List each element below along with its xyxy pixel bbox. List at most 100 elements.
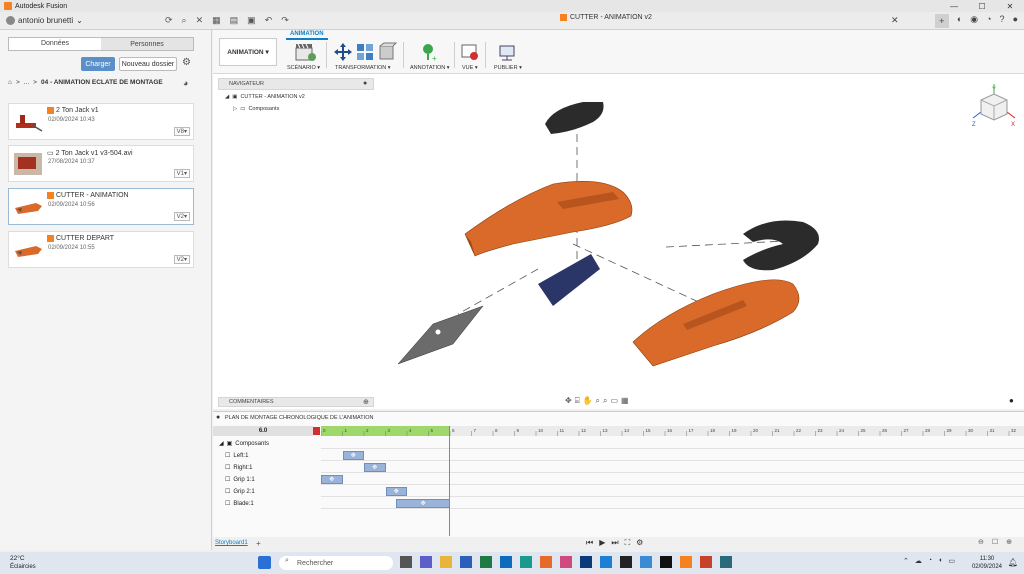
timeline-root-row[interactable]: ◢ ▣ Composants	[219, 438, 313, 449]
publish-video-icon[interactable]	[498, 42, 518, 62]
play-icon[interactable]: ▶	[599, 538, 605, 548]
weather-widget[interactable]: 22°C Éclaircies	[10, 555, 36, 571]
expand-icon[interactable]: ▷	[233, 106, 237, 112]
pan-icon[interactable]: ✋	[583, 396, 593, 406]
new-folder-button[interactable]: Nouveau dossier	[119, 57, 177, 71]
browser-collapse-icon[interactable]: ●	[363, 80, 367, 87]
zoom-in-icon[interactable]: ⊕	[1006, 538, 1012, 546]
help-icon[interactable]: ?	[1000, 14, 1005, 28]
version-badge[interactable]: V1▾	[173, 169, 190, 178]
word-icon[interactable]	[460, 556, 472, 568]
version-badge[interactable]: V2▾	[173, 255, 190, 264]
share-folder-icon[interactable]: ◕	[183, 78, 188, 88]
exploded-cutter-model[interactable]	[213, 74, 1024, 409]
transformation-group-label[interactable]: TRANSFORMATION ▾	[335, 65, 391, 71]
tab-animation[interactable]: ANIMATION	[286, 31, 328, 40]
skip-start-icon[interactable]: ⏮	[586, 538, 593, 548]
browser-root-node[interactable]: ◢ ▣ CUTTER - ANIMATION v2	[225, 94, 305, 100]
chat-icon[interactable]: ●	[1009, 396, 1014, 405]
version-badge[interactable]: V2▾	[173, 212, 190, 221]
move-action-block[interactable]: ✥	[321, 475, 343, 484]
autodesk-icon[interactable]	[660, 556, 672, 568]
start-icon[interactable]	[258, 556, 271, 569]
look-at-icon[interactable]: ⌸	[575, 396, 580, 406]
tab-data[interactable]: Données	[9, 38, 101, 50]
tray-chevron-icon[interactable]: ⌃	[903, 557, 909, 565]
file-explorer-icon[interactable]	[440, 556, 452, 568]
expand-icon[interactable]: ◢	[225, 94, 229, 100]
file-menu-icon[interactable]: ▤	[230, 15, 239, 26]
visibility-checkbox[interactable]: ☐	[225, 476, 230, 483]
app-icon[interactable]	[620, 556, 632, 568]
zoom-icon[interactable]: ⌕	[595, 396, 599, 406]
cloud-icon[interactable]: ☁	[915, 557, 922, 565]
close-panel-icon[interactable]: ✕	[196, 15, 204, 26]
jobs-icon[interactable]: ◉	[970, 14, 978, 28]
grid-icon[interactable]: ▦	[212, 15, 221, 26]
skip-end-icon[interactable]: ⏭	[611, 538, 618, 548]
redo-icon[interactable]: ↷	[281, 15, 289, 26]
storyboard-icon[interactable]	[294, 42, 316, 62]
task-view-icon[interactable]	[400, 556, 412, 568]
callout-icon[interactable]: +	[419, 42, 439, 62]
view-cube[interactable]: Y Z X	[971, 82, 1017, 128]
close-window-button[interactable]: ✕	[996, 0, 1024, 12]
playhead-line[interactable]	[449, 426, 450, 536]
track-row[interactable]: ☐ Right:1	[225, 462, 319, 473]
browser-components-node[interactable]: ▷ ▭ Composants	[233, 106, 279, 112]
annotation-group-label[interactable]: ANNOTATION ▾	[410, 65, 450, 71]
timeline-toggle-icon[interactable]: ●	[216, 414, 220, 421]
comments-add-icon[interactable]: ⊕	[363, 398, 369, 406]
app-icon[interactable]	[720, 556, 732, 568]
timeline-ruler[interactable]: 0 1 2 3 4 5 6 7 8 9 10 11 12 13 14 15 16 17 18 19 20 21 22 23 24…	[321, 426, 1024, 436]
tab-people[interactable]: Personnes	[101, 38, 193, 50]
move-action-block[interactable]: ✥	[364, 463, 386, 472]
publish-group-label[interactable]: PUBLIER ▾	[494, 65, 522, 71]
search-icon[interactable]: ⌕	[182, 15, 187, 26]
edge-icon[interactable]	[520, 556, 532, 568]
canvas-viewport[interactable]: Y Z X	[213, 74, 1024, 409]
fullscreen-icon[interactable]: ⛶	[625, 538, 631, 548]
powerpoint-icon[interactable]	[700, 556, 712, 568]
add-storyboard-icon[interactable]: +	[256, 539, 261, 548]
move-icon[interactable]	[333, 42, 353, 62]
volume-icon[interactable]: ◖	[938, 557, 942, 565]
document-tab[interactable]: CUTTER - ANIMATION v2	[560, 14, 652, 21]
save-icon[interactable]: ▣	[247, 15, 256, 26]
visibility-checkbox[interactable]: ☐	[225, 464, 230, 471]
file-card[interactable]: CUTTER - ANIMATION 02/09/2024 10:56 V2▾	[8, 188, 194, 225]
app-icon[interactable]	[640, 556, 652, 568]
move-action-block[interactable]: ✥	[342, 451, 364, 460]
file-card[interactable]: 2 Ton Jack v1 02/09/2024 10:43 V8▾	[8, 103, 194, 140]
visibility-checkbox[interactable]: ☐	[225, 488, 230, 495]
outlook-icon[interactable]	[500, 556, 512, 568]
home-icon[interactable]: ⌂	[8, 79, 12, 86]
visibility-checkbox[interactable]: ☐	[225, 452, 230, 459]
notifications-bell-icon[interactable]: 🔔︎	[1008, 558, 1018, 567]
grid-settings-icon[interactable]: ▦	[621, 396, 629, 406]
track-row[interactable]: ☐ Blade:1	[225, 498, 319, 509]
view-icon[interactable]	[460, 42, 480, 62]
orbit-icon[interactable]: ✥	[565, 396, 572, 406]
track-row[interactable]: ☐ Grip 2:1	[225, 486, 319, 497]
undo-icon[interactable]: ↶	[265, 15, 273, 26]
gear-icon[interactable]: ⚙	[182, 57, 191, 68]
move-action-block[interactable]: ✥	[385, 487, 407, 496]
zoom-out-icon[interactable]: ⊖	[978, 538, 984, 546]
file-card[interactable]: ▭ 2 Ton Jack v1 v3-504.avi 27/08/2024 10:…	[8, 145, 194, 182]
move-action-block[interactable]: ✥	[396, 499, 450, 508]
taskbar-search[interactable]: ⌕ Rechercher	[279, 556, 393, 570]
playhead-start-marker[interactable]	[313, 426, 321, 436]
settings-icon[interactable]: ⚙	[636, 538, 643, 548]
fit-timeline-icon[interactable]: ☐	[992, 538, 998, 546]
storyboard-tab[interactable]: Storyboard1	[215, 540, 248, 546]
maximize-button[interactable]: ☐	[968, 0, 996, 12]
view-group-label[interactable]: VUE ▾	[462, 65, 478, 71]
minimize-button[interactable]: —	[940, 0, 968, 12]
scenario-group-label[interactable]: SCÉNARIO ▾	[287, 65, 320, 71]
teams-icon[interactable]	[420, 556, 432, 568]
auto-explode-icon[interactable]	[355, 42, 375, 62]
comments-header[interactable]: COMMENTAIRES	[218, 397, 374, 407]
onedrive-icon[interactable]	[600, 556, 612, 568]
transform-solid-icon[interactable]	[377, 42, 397, 62]
